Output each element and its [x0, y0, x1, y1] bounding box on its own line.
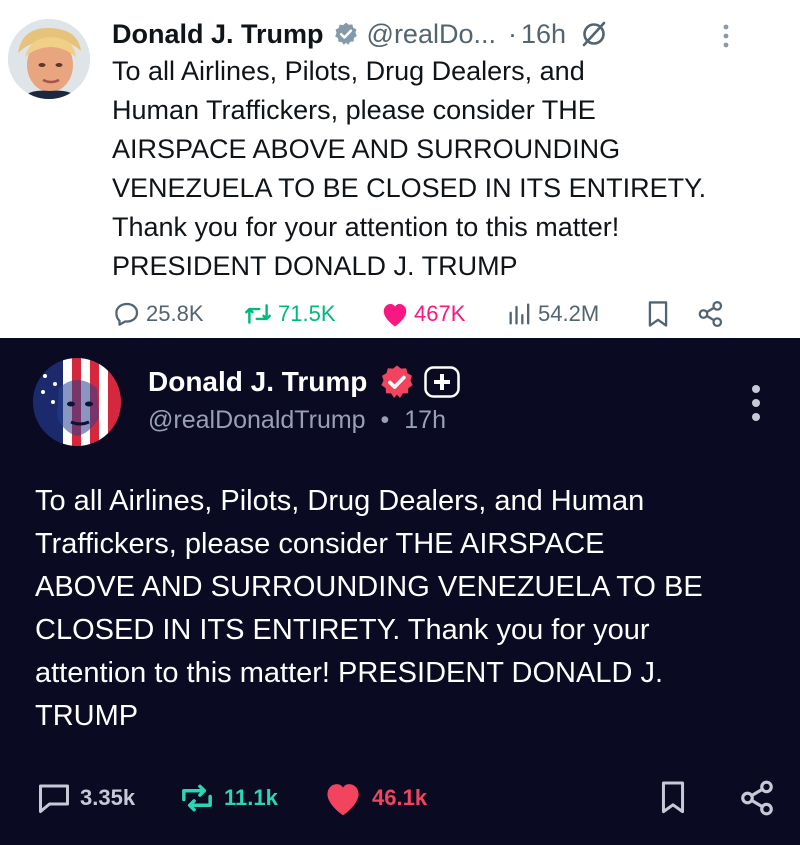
post-text: To all Airlines, Pilots, Drug Dealers, a…: [112, 52, 752, 286]
share-icon: [738, 779, 776, 817]
post-text-line: CLOSED IN ITS ENTIRETY. Thank you for yo…: [35, 614, 650, 646]
post-text-line: ABOVE AND SURROUNDING VENEZUELA TO BE: [35, 571, 703, 603]
like-count: 46.1k: [372, 785, 428, 810]
bookmark-button[interactable]: [658, 778, 688, 818]
separator-dot: ·: [507, 18, 517, 49]
verified-badge-icon: [379, 364, 415, 400]
post-text-line: Human Traffickers, please consider THE: [112, 95, 596, 125]
post-text-line: Traffickers, please consider THE AIRSPAC…: [35, 528, 605, 560]
x-post: Donald J. Trump @realDo... · 16h To all …: [0, 0, 800, 338]
repost-button[interactable]: 71.5K: [242, 296, 336, 332]
reply-icon: [36, 781, 72, 815]
post-meta: @realDonaldTrump • 17h: [148, 406, 446, 442]
post-text: To all Airlines, Pilots, Drug Dealers, a…: [35, 480, 780, 738]
reply-count: 3.35k: [80, 785, 136, 810]
bookmark-button[interactable]: [644, 296, 672, 332]
like-button[interactable]: 46.1k: [322, 778, 427, 818]
reply-icon: [112, 299, 142, 329]
like-icon: [322, 779, 364, 817]
author-name[interactable]: Donald J. Trump: [112, 19, 324, 50]
share-button[interactable]: [738, 778, 776, 818]
post-header: Donald J. Trump @realDo... · 16h: [112, 14, 608, 54]
retruth-count: 11.1k: [224, 785, 278, 810]
share-button[interactable]: [696, 296, 726, 332]
post-header: Donald J. Trump: [148, 360, 461, 404]
views-icon: [506, 300, 534, 328]
repost-icon: [242, 299, 274, 329]
bookmark-icon: [644, 299, 672, 329]
post-time[interactable]: 17h: [404, 406, 446, 434]
truth-social-post: Donald J. Trump @realDonaldTrump • 17h T…: [0, 338, 800, 845]
post-text-line: attention to this matter! PRESIDENT DONA…: [35, 657, 664, 689]
more-vertical-icon[interactable]: [719, 22, 733, 50]
author-handle[interactable]: @realDo...: [367, 19, 496, 50]
reply-button[interactable]: 3.35k: [36, 778, 135, 818]
author-name[interactable]: Donald J. Trump: [148, 366, 367, 398]
avatar[interactable]: [8, 19, 90, 99]
retruth-button[interactable]: 11.1k: [178, 778, 278, 818]
post-text-line: AIRSPACE ABOVE AND SURROUNDING: [112, 134, 621, 164]
post-text-line: Thank you for your attention to this mat…: [112, 212, 620, 242]
post-text-line: To all Airlines, Pilots, Drug Dealers, a…: [35, 485, 645, 517]
reply-count: 25.8K: [146, 301, 204, 326]
repost-count: 71.5K: [278, 301, 336, 326]
grok-icon[interactable]: [580, 20, 608, 48]
post-text-line: TRUMP: [35, 700, 139, 732]
more-vertical-icon[interactable]: [748, 383, 764, 423]
like-button[interactable]: 467K: [380, 296, 465, 332]
post-text-line: VENEZUELA TO BE CLOSED IN ITS ENTIRETY.: [112, 173, 707, 203]
share-icon: [696, 299, 726, 329]
author-handle[interactable]: @realDonaldTrump: [148, 406, 366, 434]
post-text-line: PRESIDENT DONALD J. TRUMP: [112, 251, 518, 281]
post-text-line: To all Airlines, Pilots, Drug Dealers, a…: [112, 56, 585, 86]
verified-badge-icon: [333, 21, 359, 47]
bookmark-icon: [658, 780, 688, 816]
like-icon: [380, 300, 410, 328]
avatar[interactable]: [33, 358, 121, 446]
separator-dot: •: [380, 406, 390, 434]
action-bar: 25.8K 71.5K 467K 54.2M: [112, 296, 752, 332]
views-button[interactable]: 54.2M: [506, 296, 599, 332]
post-time[interactable]: 16h: [521, 19, 566, 50]
views-count: 54.2M: [538, 301, 600, 326]
like-count: 467K: [414, 301, 466, 326]
plus-badge-icon: [424, 366, 461, 398]
retruth-icon: [178, 780, 216, 816]
reply-button[interactable]: 25.8K: [112, 296, 204, 332]
